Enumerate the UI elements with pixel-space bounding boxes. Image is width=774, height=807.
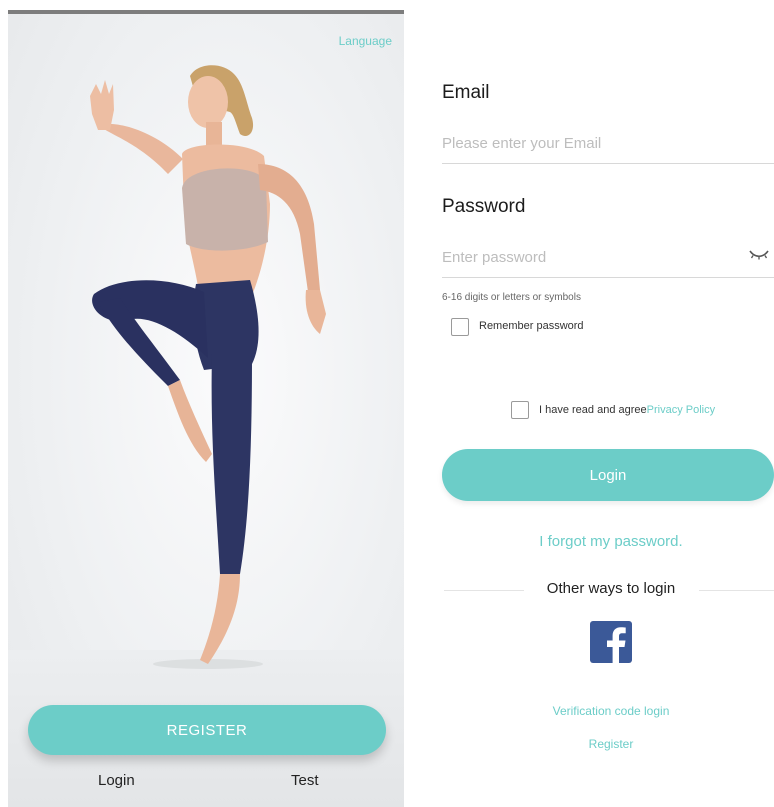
email-input[interactable] [442, 124, 774, 164]
login-link[interactable]: Login [98, 772, 135, 789]
register-link[interactable]: Register [424, 737, 774, 751]
hero-athlete-image [90, 65, 326, 669]
email-label: Email [442, 82, 490, 103]
login-screen: Email Password 6-16 digits or letters or… [424, 0, 774, 807]
language-link[interactable]: Language [339, 34, 392, 48]
register-button[interactable]: REGISTER [28, 705, 386, 755]
verification-code-login-link[interactable]: Verification code login [424, 704, 774, 718]
eye-closed-icon[interactable] [748, 248, 770, 262]
password-label: Password [442, 196, 526, 217]
agree-policy-text: I have read and agreePrivacy Policy [539, 404, 715, 416]
test-link[interactable]: Test [291, 772, 319, 789]
other-ways-label: Other ways to login [546, 580, 676, 597]
remember-password-label[interactable]: Remember password [479, 320, 584, 332]
welcome-screen: Language REGISTER Login Test [8, 10, 404, 807]
login-button[interactable]: Login [442, 449, 774, 501]
divider-right [699, 590, 774, 591]
privacy-policy-link[interactable]: Privacy Policy [647, 404, 715, 416]
facebook-icon[interactable] [590, 621, 632, 663]
remember-password-checkbox[interactable] [451, 318, 469, 336]
password-hint: 6-16 digits or letters or symbols [442, 292, 581, 303]
agree-label: I have read and agree [539, 404, 647, 416]
agree-policy-checkbox[interactable] [511, 401, 529, 419]
forgot-password-link[interactable]: I forgot my password. [424, 533, 774, 550]
password-input[interactable] [442, 238, 774, 278]
